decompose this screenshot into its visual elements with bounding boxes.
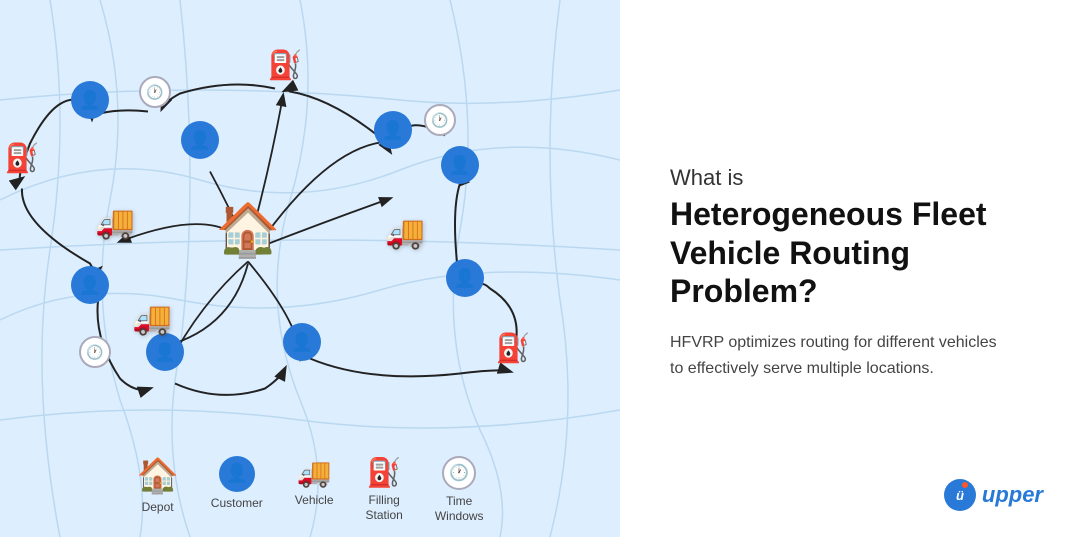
legend-clock-icon: 🕐 (442, 456, 476, 490)
legend-item-filling-station: ⛽ Filling Station (366, 456, 403, 524)
main-title: Heterogeneous Fleet Vehicle Routing Prob… (670, 195, 1033, 310)
right-panel: What is Heterogeneous Fleet Vehicle Rout… (620, 0, 1073, 537)
legend-customer-icon: 👤 (219, 456, 255, 492)
person-icon-4: 👤 (146, 333, 184, 371)
person-node-7: 👤 (441, 146, 479, 184)
upper-logo-icon: ü (942, 477, 978, 513)
truck-node-1: 🚚 (95, 203, 135, 241)
truck-icon-1: 🚚 (95, 203, 135, 241)
person-icon-2: 👤 (181, 121, 219, 159)
person-icon-3: 👤 (71, 266, 109, 304)
legend-depot-icon: 🏠 (136, 456, 178, 496)
fuel-node-3: ⛽ (496, 332, 531, 365)
person-node-5: 👤 (283, 323, 321, 361)
clock-node-1: 🕐 (139, 76, 171, 108)
person-icon-7: 👤 (441, 146, 479, 184)
clock-icon-2: 🕐 (79, 336, 111, 368)
fuel-icon-2: ⛽ (268, 49, 303, 82)
legend-item-customer: 👤 Customer (211, 456, 263, 512)
svg-text:ü: ü (956, 488, 964, 503)
legend-vehicle-icon: 🚚 (297, 456, 332, 489)
legend-fuel-icon: ⛽ (367, 456, 402, 489)
clock-icon-3: 🕐 (424, 104, 456, 136)
fuel-node-2: ⛽ (268, 49, 303, 82)
person-node-3: 👤 (71, 266, 109, 304)
truck-icon-2: 🚚 (132, 299, 172, 337)
legend-item-depot: 🏠 Depot (136, 456, 178, 516)
clock-node-2: 🕐 (79, 336, 111, 368)
depot-node: 🏠 (216, 200, 281, 261)
clock-node-3: 🕐 (424, 104, 456, 136)
person-node-2: 👤 (181, 121, 219, 159)
upper-logo-text: upper (982, 482, 1043, 508)
truck-icon-3: 🚚 (385, 213, 425, 251)
fuel-node-1: ⛽ (5, 142, 40, 175)
legend-customer-label: Customer (211, 496, 263, 512)
legend-time-windows-label: Time Windows (435, 494, 484, 525)
legend-depot-label: Depot (142, 500, 174, 516)
person-node-1: 👤 (71, 81, 109, 119)
legend-item-time-windows: 🕐 Time Windows (435, 456, 484, 525)
left-panel: 🏠 👤 👤 👤 👤 👤 👤 👤 👤 🕐 🕐 🕐 ⛽ ⛽ ⛽ (0, 0, 620, 537)
clock-icon-1: 🕐 (139, 76, 171, 108)
legend-vehicle-label: Vehicle (295, 493, 334, 509)
what-is-text: What is (670, 165, 1033, 191)
legend: 🏠 Depot 👤 Customer 🚚 Vehicle ⛽ Filling S… (0, 456, 620, 525)
legend-item-vehicle: 🚚 Vehicle (295, 456, 334, 509)
legend-filling-station-label: Filling Station (366, 493, 403, 524)
person-icon-8: 👤 (446, 259, 484, 297)
person-icon-5: 👤 (283, 323, 321, 361)
person-node-8: 👤 (446, 259, 484, 297)
depot-icon: 🏠 (216, 200, 281, 261)
person-node-6: 👤 (374, 111, 412, 149)
person-icon-6: 👤 (374, 111, 412, 149)
fuel-icon-3: ⛽ (496, 332, 531, 365)
fuel-icon-1: ⛽ (5, 142, 40, 175)
truck-node-3: 🚚 (385, 213, 425, 251)
person-node-4: 👤 (146, 333, 184, 371)
upper-logo: ü upper (942, 477, 1043, 513)
description-text: HFVRP optimizes routing for different ve… (670, 330, 1010, 381)
person-icon-1: 👤 (71, 81, 109, 119)
truck-node-2: 🚚 (132, 299, 172, 337)
